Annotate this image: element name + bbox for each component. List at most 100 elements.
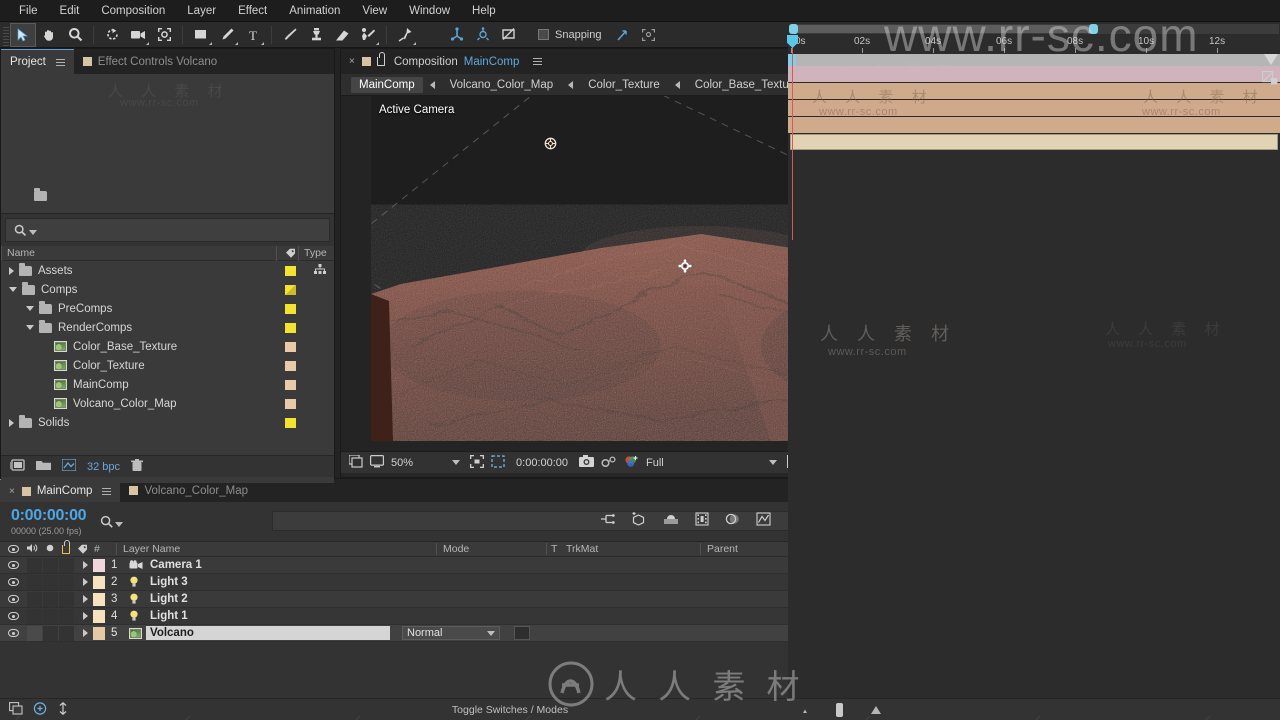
layer-track-bar[interactable]	[790, 134, 1278, 150]
trkmat-swatch[interactable]	[514, 626, 530, 640]
search-dropdown-icon[interactable]	[29, 229, 37, 235]
current-time-value[interactable]: 0:00:00:00	[516, 457, 568, 469]
composition-mini-flowchart-icon[interactable]	[600, 512, 615, 529]
layer-disclosure-icon[interactable]	[83, 595, 88, 603]
scrollbar-right-handle[interactable]	[1089, 24, 1098, 34]
zoom-level-value[interactable]: 50%	[391, 457, 413, 469]
main-view-icon[interactable]	[370, 454, 385, 471]
hide-shy-layers-icon[interactable]	[663, 512, 679, 528]
disclosure-triangle-icon[interactable]	[26, 306, 34, 311]
timeline-layer-switch-icon[interactable]	[1262, 71, 1278, 89]
current-time-indicator[interactable]	[787, 35, 798, 240]
roto-brush-tool[interactable]	[355, 23, 381, 47]
layer-name[interactable]: Volcano	[146, 626, 390, 640]
resolution-caret-icon[interactable]	[768, 460, 777, 465]
time-ruler[interactable]: 0s 02s 04s 06s 08s 10s 12s	[788, 35, 1280, 54]
pen-tool[interactable]	[214, 23, 240, 47]
layer-mode-select[interactable]: Normal	[402, 626, 500, 640]
toggle-switches-modes-icon[interactable]	[33, 701, 47, 718]
video-toggle-icon[interactable]	[8, 545, 19, 553]
layer-disclosure-icon[interactable]	[83, 612, 88, 620]
project-row-solids[interactable]: Solids	[1, 413, 334, 432]
menu-item-edit[interactable]: Edit	[49, 0, 91, 22]
channel-icon[interactable]	[624, 455, 639, 471]
project-search-input[interactable]	[5, 218, 330, 242]
layer-name-column-header[interactable]: Layer Name	[116, 543, 436, 555]
disclosure-triangle-icon[interactable]	[9, 287, 17, 292]
brush-tool[interactable]	[277, 23, 303, 47]
breadcrumb-item-maincomp[interactable]: MainComp	[351, 76, 423, 93]
menu-item-composition[interactable]: Composition	[90, 0, 176, 22]
hand-tool[interactable]	[36, 23, 62, 47]
layer-label-color[interactable]	[93, 626, 105, 640]
audio-toggle-icon[interactable]	[27, 543, 38, 556]
label-color-chip[interactable]	[285, 303, 296, 314]
disclosure-triangle-icon[interactable]	[9, 418, 14, 427]
panel-menu-icon[interactable]	[102, 487, 112, 495]
layer-lock-cell[interactable]	[59, 608, 74, 624]
layer-name[interactable]: Light 2	[146, 592, 898, 606]
graph-editor-icon[interactable]	[756, 511, 771, 529]
layer-video-toggle[interactable]	[0, 561, 27, 569]
menu-item-file[interactable]: File	[8, 0, 49, 22]
layer-disclosure-icon[interactable]	[83, 629, 88, 637]
snap-arrow-icon[interactable]	[610, 23, 636, 47]
label-color-chip[interactable]	[285, 379, 296, 390]
close-icon[interactable]: ×	[9, 486, 15, 497]
draft-3d-icon[interactable]	[631, 511, 647, 529]
layer-track-bar[interactable]	[788, 100, 1280, 117]
label-column-header[interactable]	[70, 544, 94, 555]
project-row-rendercomps[interactable]: RenderComps	[1, 318, 334, 337]
label-color-chip[interactable]	[285, 284, 296, 295]
snapping-checkbox[interactable]	[538, 29, 549, 40]
scrollbar-thumb[interactable]	[791, 25, 1096, 33]
shape-tool[interactable]	[188, 23, 214, 47]
column-label-icon[interactable]	[276, 245, 298, 261]
disclosure-triangle-icon[interactable]	[26, 325, 34, 330]
timeline-graph-area[interactable]: 0s 02s 04s 06s 08s 10s 12s 人 人 素 材 人 人 素…	[787, 23, 1280, 698]
layer-audio-cell[interactable]	[27, 608, 42, 624]
menu-item-effect[interactable]: Effect	[227, 0, 278, 22]
layer-disclosure-icon[interactable]	[83, 578, 88, 586]
layer-audio-cell[interactable]	[27, 625, 42, 641]
project-row-color-base-texture[interactable]: Color_Base_Texture	[1, 337, 334, 356]
layer-solo-cell[interactable]	[43, 608, 58, 624]
layer-audio-cell[interactable]	[27, 557, 42, 573]
view-axis-mode[interactable]	[496, 23, 522, 47]
anchor-point-gizmo-icon[interactable]	[677, 258, 693, 277]
mode-column-header[interactable]: Mode	[436, 543, 546, 555]
layer-name[interactable]: Light 3	[146, 575, 898, 589]
menu-item-animation[interactable]: Animation	[278, 0, 351, 22]
local-axis-mode[interactable]	[444, 23, 470, 47]
label-color-chip[interactable]	[285, 398, 296, 409]
layer-track-bar[interactable]	[788, 117, 1280, 134]
toggle-transparency-grid-icon[interactable]	[491, 454, 505, 471]
clone-stamp-tool[interactable]	[303, 23, 329, 47]
label-color-chip[interactable]	[285, 360, 296, 371]
enable-frame-blending-icon[interactable]	[695, 511, 709, 529]
menu-item-layer[interactable]: Layer	[176, 0, 227, 22]
region-of-interest-icon[interactable]	[470, 454, 485, 471]
layer-name[interactable]: Camera 1	[146, 558, 898, 572]
puppet-pin-tool[interactable]	[392, 23, 418, 47]
project-row-comps[interactable]: Comps	[1, 280, 334, 299]
layer-label-color[interactable]	[93, 609, 105, 623]
timeline-search-icon[interactable]	[100, 515, 124, 529]
layer-track-bar[interactable]	[788, 83, 1280, 100]
timecode-display[interactable]: 0:00:00:00	[11, 507, 87, 525]
layer-track-bar[interactable]	[788, 66, 1280, 83]
project-item-list[interactable]: Assets Comps PreComps RenderComps Color_…	[1, 261, 334, 483]
bit-depth-label[interactable]: 32 bpc	[87, 461, 120, 473]
breadcrumb-item-color-texture[interactable]: Color_Texture	[580, 77, 668, 93]
project-row-maincomp[interactable]: MainComp	[1, 375, 334, 394]
take-snapshot-icon[interactable]	[579, 455, 595, 470]
close-icon[interactable]: ×	[349, 56, 355, 67]
pan-behind-tool[interactable]	[151, 23, 177, 47]
panel-menu-icon[interactable]	[55, 58, 65, 66]
tab-project[interactable]: Project	[1, 49, 74, 74]
panel-menu-icon[interactable]	[533, 58, 543, 65]
world-axis-mode[interactable]	[470, 23, 496, 47]
timeline-zoom-scrollbar[interactable]	[788, 23, 1280, 35]
project-row-precomps[interactable]: PreComps	[1, 299, 334, 318]
work-area-bar[interactable]	[788, 54, 1280, 66]
